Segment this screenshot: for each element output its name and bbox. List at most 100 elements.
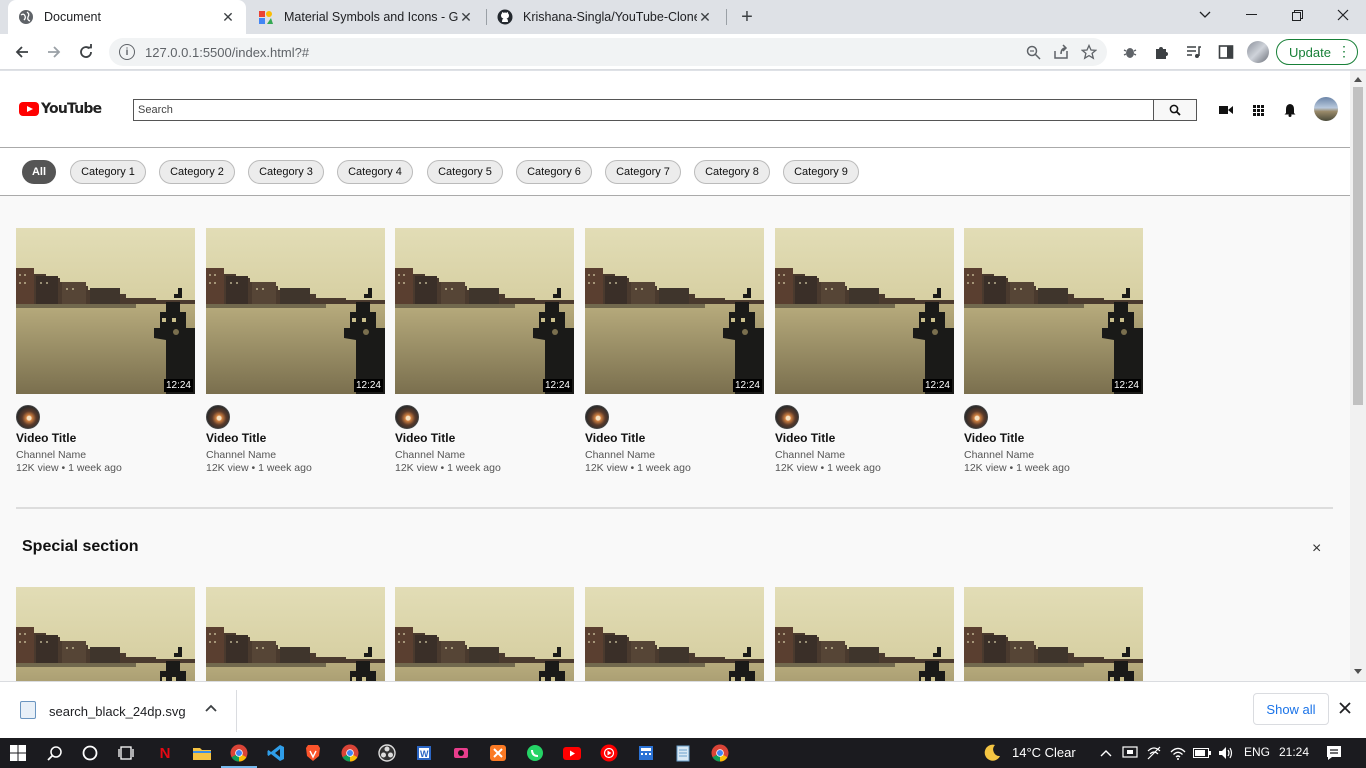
new-tab-icon[interactable]: + <box>737 6 757 28</box>
zoom-icon[interactable] <box>1019 38 1047 66</box>
network-off-icon[interactable] <box>1144 743 1164 763</box>
defender-tray-icon[interactable] <box>1120 743 1140 763</box>
xampp-icon[interactable] <box>488 743 508 763</box>
video-camera-icon[interactable] <box>1216 100 1236 120</box>
chip-category-6[interactable]: Category 6 <box>516 160 592 184</box>
url-text[interactable]: 127.0.0.1:5500/index.html?# <box>145 45 1019 60</box>
video-thumbnail[interactable] <box>775 587 954 681</box>
special-video-card[interactable] <box>206 587 385 681</box>
calculator-icon[interactable] <box>636 743 656 763</box>
youtube-logo[interactable]: YouTube <box>19 101 102 117</box>
channel-avatar[interactable] <box>964 405 988 429</box>
menu-dots-icon[interactable]: ⋮ <box>1337 43 1351 60</box>
video-thumbnail[interactable] <box>206 587 385 681</box>
video-card[interactable]: 12:24 Video Title Channel Name 12K view • 1… <box>16 228 195 478</box>
video-thumbnail[interactable]: 12:24 <box>775 228 954 394</box>
channel-avatar[interactable] <box>206 405 230 429</box>
whatsapp-icon[interactable] <box>525 743 545 763</box>
volume-icon[interactable] <box>1216 743 1236 763</box>
chip-category-9[interactable]: Category 9 <box>783 160 859 184</box>
video-title[interactable]: Video Title <box>16 431 76 445</box>
channel-name[interactable]: Channel Name <box>16 449 86 461</box>
close-tab-icon[interactable]: ✕ <box>220 9 236 25</box>
obs-icon[interactable] <box>377 743 397 763</box>
address-bar[interactable]: i 127.0.0.1:5500/index.html?# <box>109 38 1107 66</box>
video-title[interactable]: Video Title <box>395 431 455 445</box>
channel-name[interactable]: Channel Name <box>206 449 276 461</box>
weather-text[interactable]: 14°C Clear <box>1012 745 1076 760</box>
video-card[interactable]: 12:24 Video Title Channel Name 12K view • 1… <box>964 228 1143 478</box>
close-tab-icon[interactable]: ✕ <box>697 9 713 25</box>
close-download-bar-icon[interactable] <box>1339 699 1351 719</box>
video-thumbnail[interactable] <box>585 587 764 681</box>
chip-category-5[interactable]: Category 5 <box>427 160 503 184</box>
windows-start-icon[interactable] <box>8 743 28 763</box>
video-card[interactable]: 12:24 Video Title Channel Name 12K view • 1… <box>775 228 954 478</box>
user-avatar[interactable] <box>1314 97 1338 121</box>
battery-icon[interactable] <box>1192 743 1212 763</box>
youtube-music-icon[interactable] <box>599 743 619 763</box>
bug-extension-icon[interactable] <box>1118 40 1142 64</box>
show-all-button[interactable]: Show all <box>1253 693 1329 725</box>
wordpad-icon[interactable]: W <box>414 743 434 763</box>
chrome-icon[interactable] <box>221 743 257 768</box>
forward-icon[interactable] <box>42 40 66 64</box>
video-card[interactable]: 12:24 Video Title Channel Name 12K view • 1… <box>206 228 385 478</box>
video-card[interactable]: 12:24 Video Title Channel Name 12K view • 1… <box>395 228 574 478</box>
apps-grid-icon[interactable] <box>1248 100 1268 120</box>
site-info-icon[interactable]: i <box>119 44 135 60</box>
video-thumbnail[interactable]: 12:24 <box>395 228 574 394</box>
video-title[interactable]: Video Title <box>964 431 1024 445</box>
scroll-thumb[interactable] <box>1353 87 1363 405</box>
chrome-profile-icon[interactable] <box>340 743 360 763</box>
vscode-icon[interactable] <box>266 743 286 763</box>
chip-category-2[interactable]: Category 2 <box>159 160 235 184</box>
channel-name[interactable]: Channel Name <box>585 449 655 461</box>
chip-category-4[interactable]: Category 4 <box>337 160 413 184</box>
special-video-card[interactable] <box>395 587 574 681</box>
channel-avatar[interactable] <box>585 405 609 429</box>
file-explorer-icon[interactable] <box>192 743 212 763</box>
page-scrollbar[interactable] <box>1350 71 1366 681</box>
video-thumbnail[interactable]: 12:24 <box>206 228 385 394</box>
search-input[interactable] <box>133 99 1153 121</box>
task-view-icon[interactable] <box>116 743 136 763</box>
video-title[interactable]: Video Title <box>206 431 266 445</box>
restore-icon[interactable] <box>1274 0 1320 30</box>
minimize-icon[interactable] <box>1228 0 1274 30</box>
tab-github[interactable]: Krishana-Singla/YouTube-Clone ✕ <box>487 0 723 34</box>
video-thumbnail[interactable] <box>395 587 574 681</box>
video-title[interactable]: Video Title <box>775 431 835 445</box>
video-thumbnail[interactable]: 12:24 <box>964 228 1143 394</box>
search-button[interactable] <box>1153 99 1197 121</box>
cortana-icon[interactable] <box>80 743 100 763</box>
special-video-card[interactable] <box>775 587 954 681</box>
chip-category-8[interactable]: Category 8 <box>694 160 770 184</box>
extensions-puzzle-icon[interactable] <box>1150 40 1174 64</box>
scroll-up-arrow[interactable] <box>1354 77 1362 82</box>
close-window-icon[interactable] <box>1320 0 1366 30</box>
chip-category-3[interactable]: Category 3 <box>248 160 324 184</box>
back-icon[interactable] <box>10 40 34 64</box>
video-title[interactable]: Video Title <box>585 431 645 445</box>
chip-all[interactable]: All <box>22 160 56 184</box>
close-special-section-icon[interactable]: × <box>1312 540 1321 558</box>
video-thumbnail[interactable] <box>964 587 1143 681</box>
screen-recorder-icon[interactable] <box>451 743 471 763</box>
scroll-down-arrow[interactable] <box>1354 669 1362 674</box>
video-card[interactable]: 12:24 Video Title Channel Name 12K view • 1… <box>585 228 764 478</box>
profile-avatar[interactable] <box>1246 40 1270 64</box>
clock[interactable]: 21:24 <box>1279 745 1309 759</box>
video-thumbnail[interactable]: 12:24 <box>585 228 764 394</box>
language-indicator[interactable]: ENG <box>1244 745 1270 759</box>
chevron-up-icon[interactable] <box>205 701 217 715</box>
wifi-icon[interactable] <box>1168 743 1188 763</box>
notifications-icon[interactable] <box>1324 743 1344 763</box>
channel-name[interactable]: Channel Name <box>964 449 1034 461</box>
channel-avatar[interactable] <box>775 405 799 429</box>
media-control-icon[interactable] <box>1182 40 1206 64</box>
channel-name[interactable]: Channel Name <box>775 449 845 461</box>
notepad-icon[interactable] <box>673 743 693 763</box>
tab-material-symbols[interactable]: Material Symbols and Icons - Goo ✕ <box>248 0 484 34</box>
special-video-card[interactable] <box>16 587 195 681</box>
